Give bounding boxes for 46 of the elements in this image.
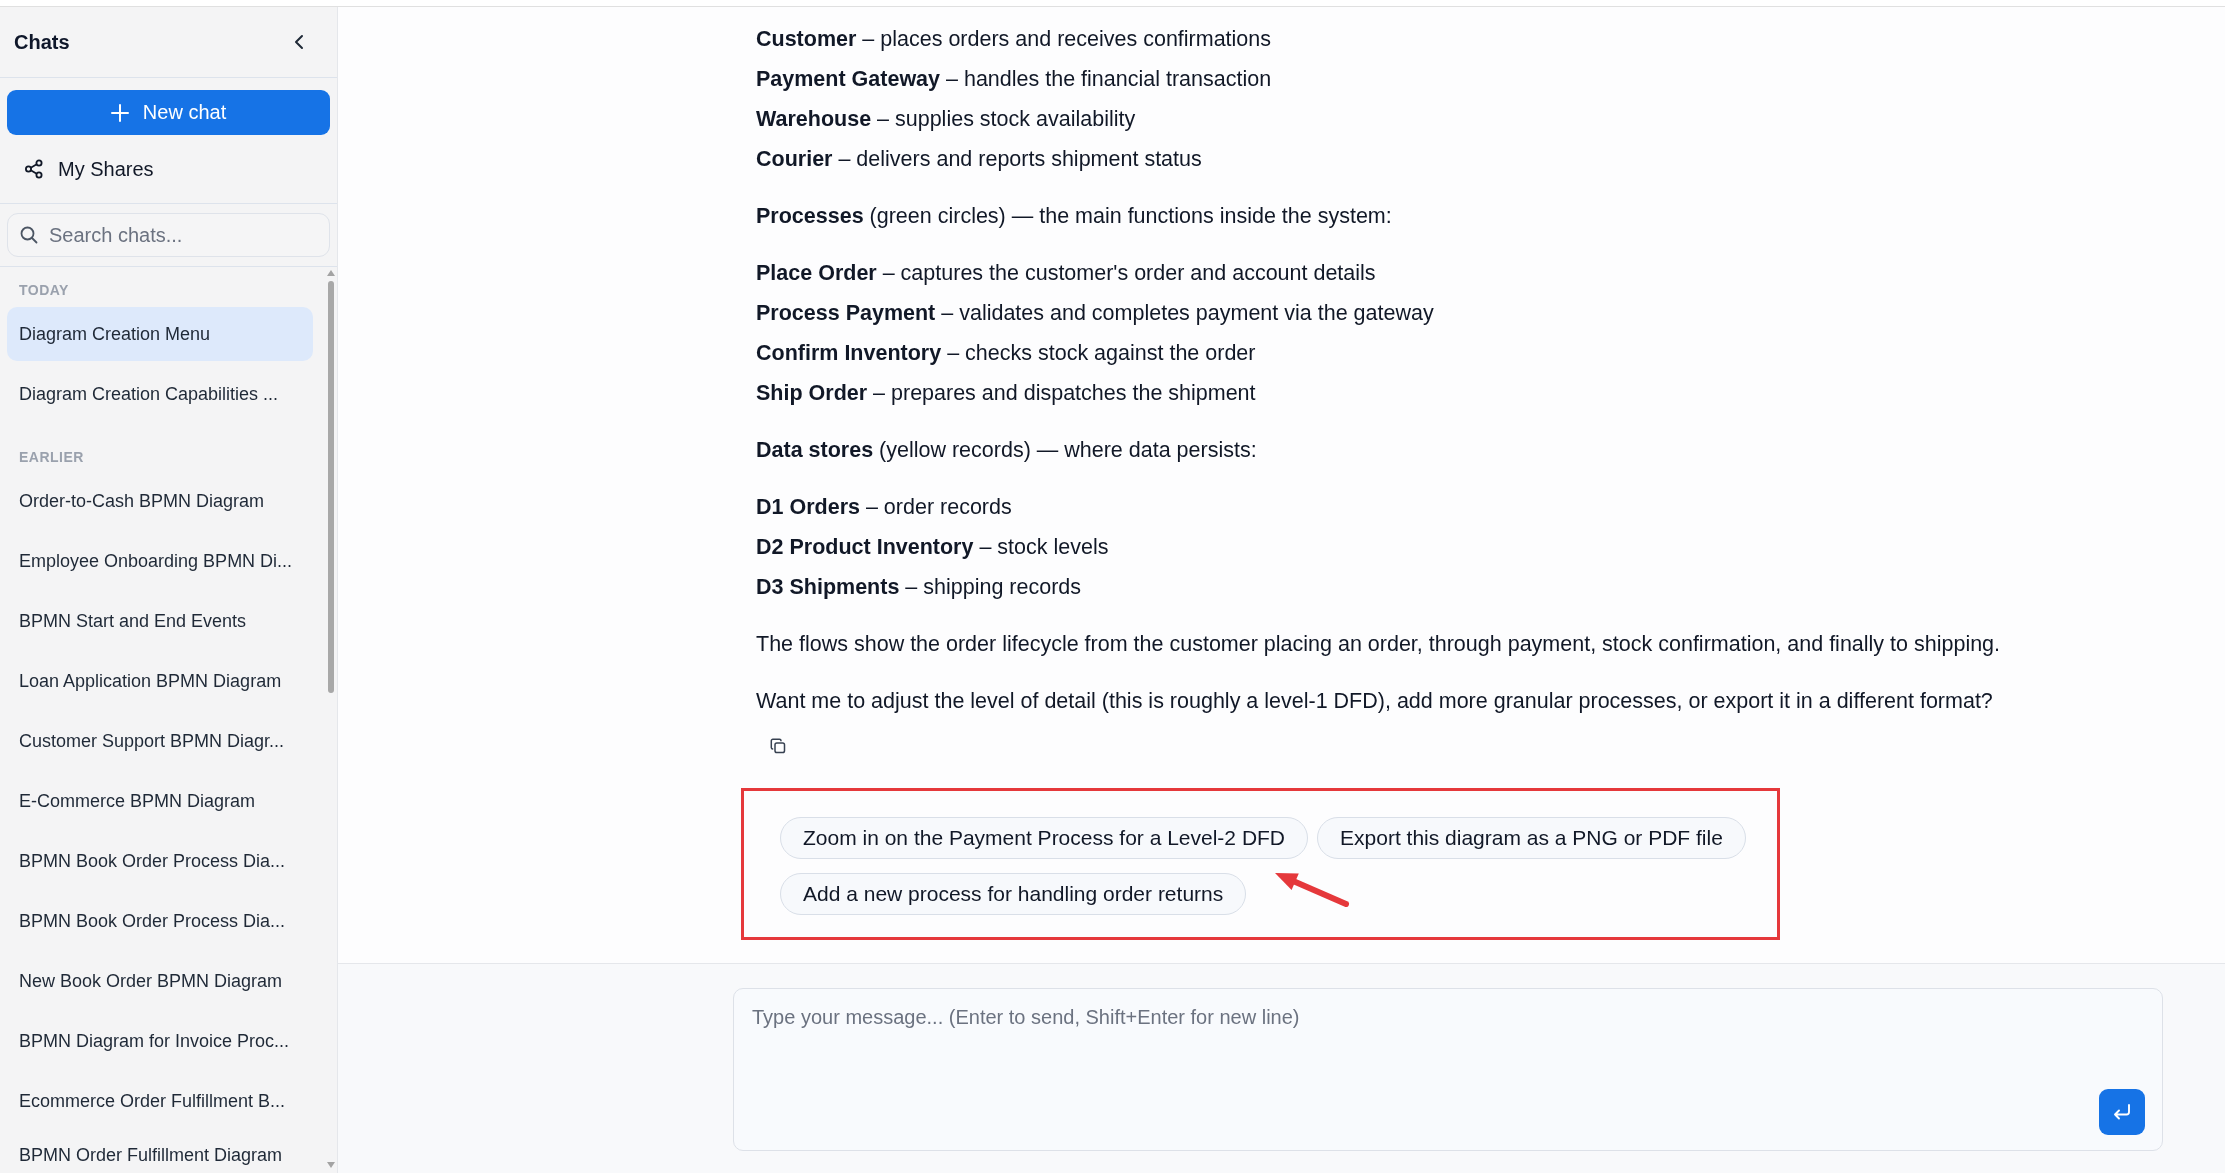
message-line: Customer – places orders and receives confirmations [756,26,1272,53]
chat-item[interactable]: BPMN Book Order Process Dia... [7,834,313,888]
chat-item[interactable]: BPMN Start and End Events [7,594,313,648]
chevron-left-icon[interactable] [294,34,304,50]
message-line: Ship Order – prepares and dispatches the shipment [756,380,1257,407]
new-chat-button[interactable]: New chat [7,90,330,135]
message-line: Warehouse – supplies stock availability [756,106,1137,133]
enter-icon [2112,1103,2132,1121]
chat-item[interactable]: E-Commerce BPMN Diagram [7,774,313,828]
chat-item[interactable]: BPMN Diagram for Invoice Proc... [7,1014,313,1068]
send-button[interactable] [2099,1089,2145,1135]
chat-item[interactable]: Employee Onboarding BPMN Di... [7,534,313,588]
suggestion-chip[interactable]: Export this diagram as a PNG or PDF file [1317,817,1746,859]
message-line: Process Payment – validates and completes payment via the gateway [756,300,1434,327]
message-input[interactable]: Type your message... (Enter to send, Shift+Enter for new line) [733,988,2163,1151]
suggestion-chip[interactable]: Zoom in on the Payment Process for a Level-2 DFD [780,817,1309,859]
suggestion-chip[interactable]: Add a new process for handling order returns [780,873,1247,915]
copy-icon[interactable] [770,738,786,754]
arrow-icon [1274,871,1350,907]
chat-item[interactable]: Diagram Creation Menu [7,307,313,361]
sidebar-title: Chats [14,30,70,54]
message-line: D3 Shipments – shipping records [756,574,1083,601]
chat-item[interactable]: Order-to-Cash BPMN Diagram [7,474,313,528]
message-line: D1 Orders – order records [756,494,1013,521]
message-line: Payment Gateway – handles the financial transaction [756,66,1272,93]
message-line: Courier – delivers and reports shipment status [756,146,1203,173]
search-field[interactable]: Search chats... [7,213,330,257]
message-line: Place Order – captures the customer's order and account details [756,260,1377,287]
chat-item[interactable]: Ecommerce Order Fulfillment B... [7,1074,313,1128]
section-label: TODAY [18,282,70,298]
chat-item[interactable]: BPMN Book Order Process Dia... [7,894,313,948]
message-paragraph: Data stores (yellow records) — where data persists: [756,437,1257,464]
message-line: D2 Product Inventory – stock levels [756,534,1109,561]
chat-item[interactable]: BPMN Order Fulfillment Diagram [7,1134,313,1173]
message-paragraph: Processes (green circles) — the main functions inside the system: [756,203,1392,230]
plus-icon [110,103,129,122]
section-label: EARLIER [18,449,85,465]
chat-item[interactable]: New Book Order BPMN Diagram [7,954,313,1008]
chat-item[interactable]: Loan Application BPMN Diagram [7,654,313,708]
share-icon [24,159,44,179]
message-paragraph: Want me to adjust the level of detail (this is roughly a level-1 DFD), add more granular processes, or export it in a different format? [756,688,1993,715]
message-paragraph: The flows show the order lifecycle from the customer placing an order, through payment, stock confirmation, and finally to shipping. [756,631,2001,658]
chat-item[interactable]: Diagram Creation Capabilities ... [7,367,313,421]
my-shares-link[interactable]: My Shares [24,157,154,181]
chat-item[interactable]: Customer Support BPMN Diagr... [7,714,313,768]
message-line: Confirm Inventory – checks stock against the order [756,340,1257,367]
